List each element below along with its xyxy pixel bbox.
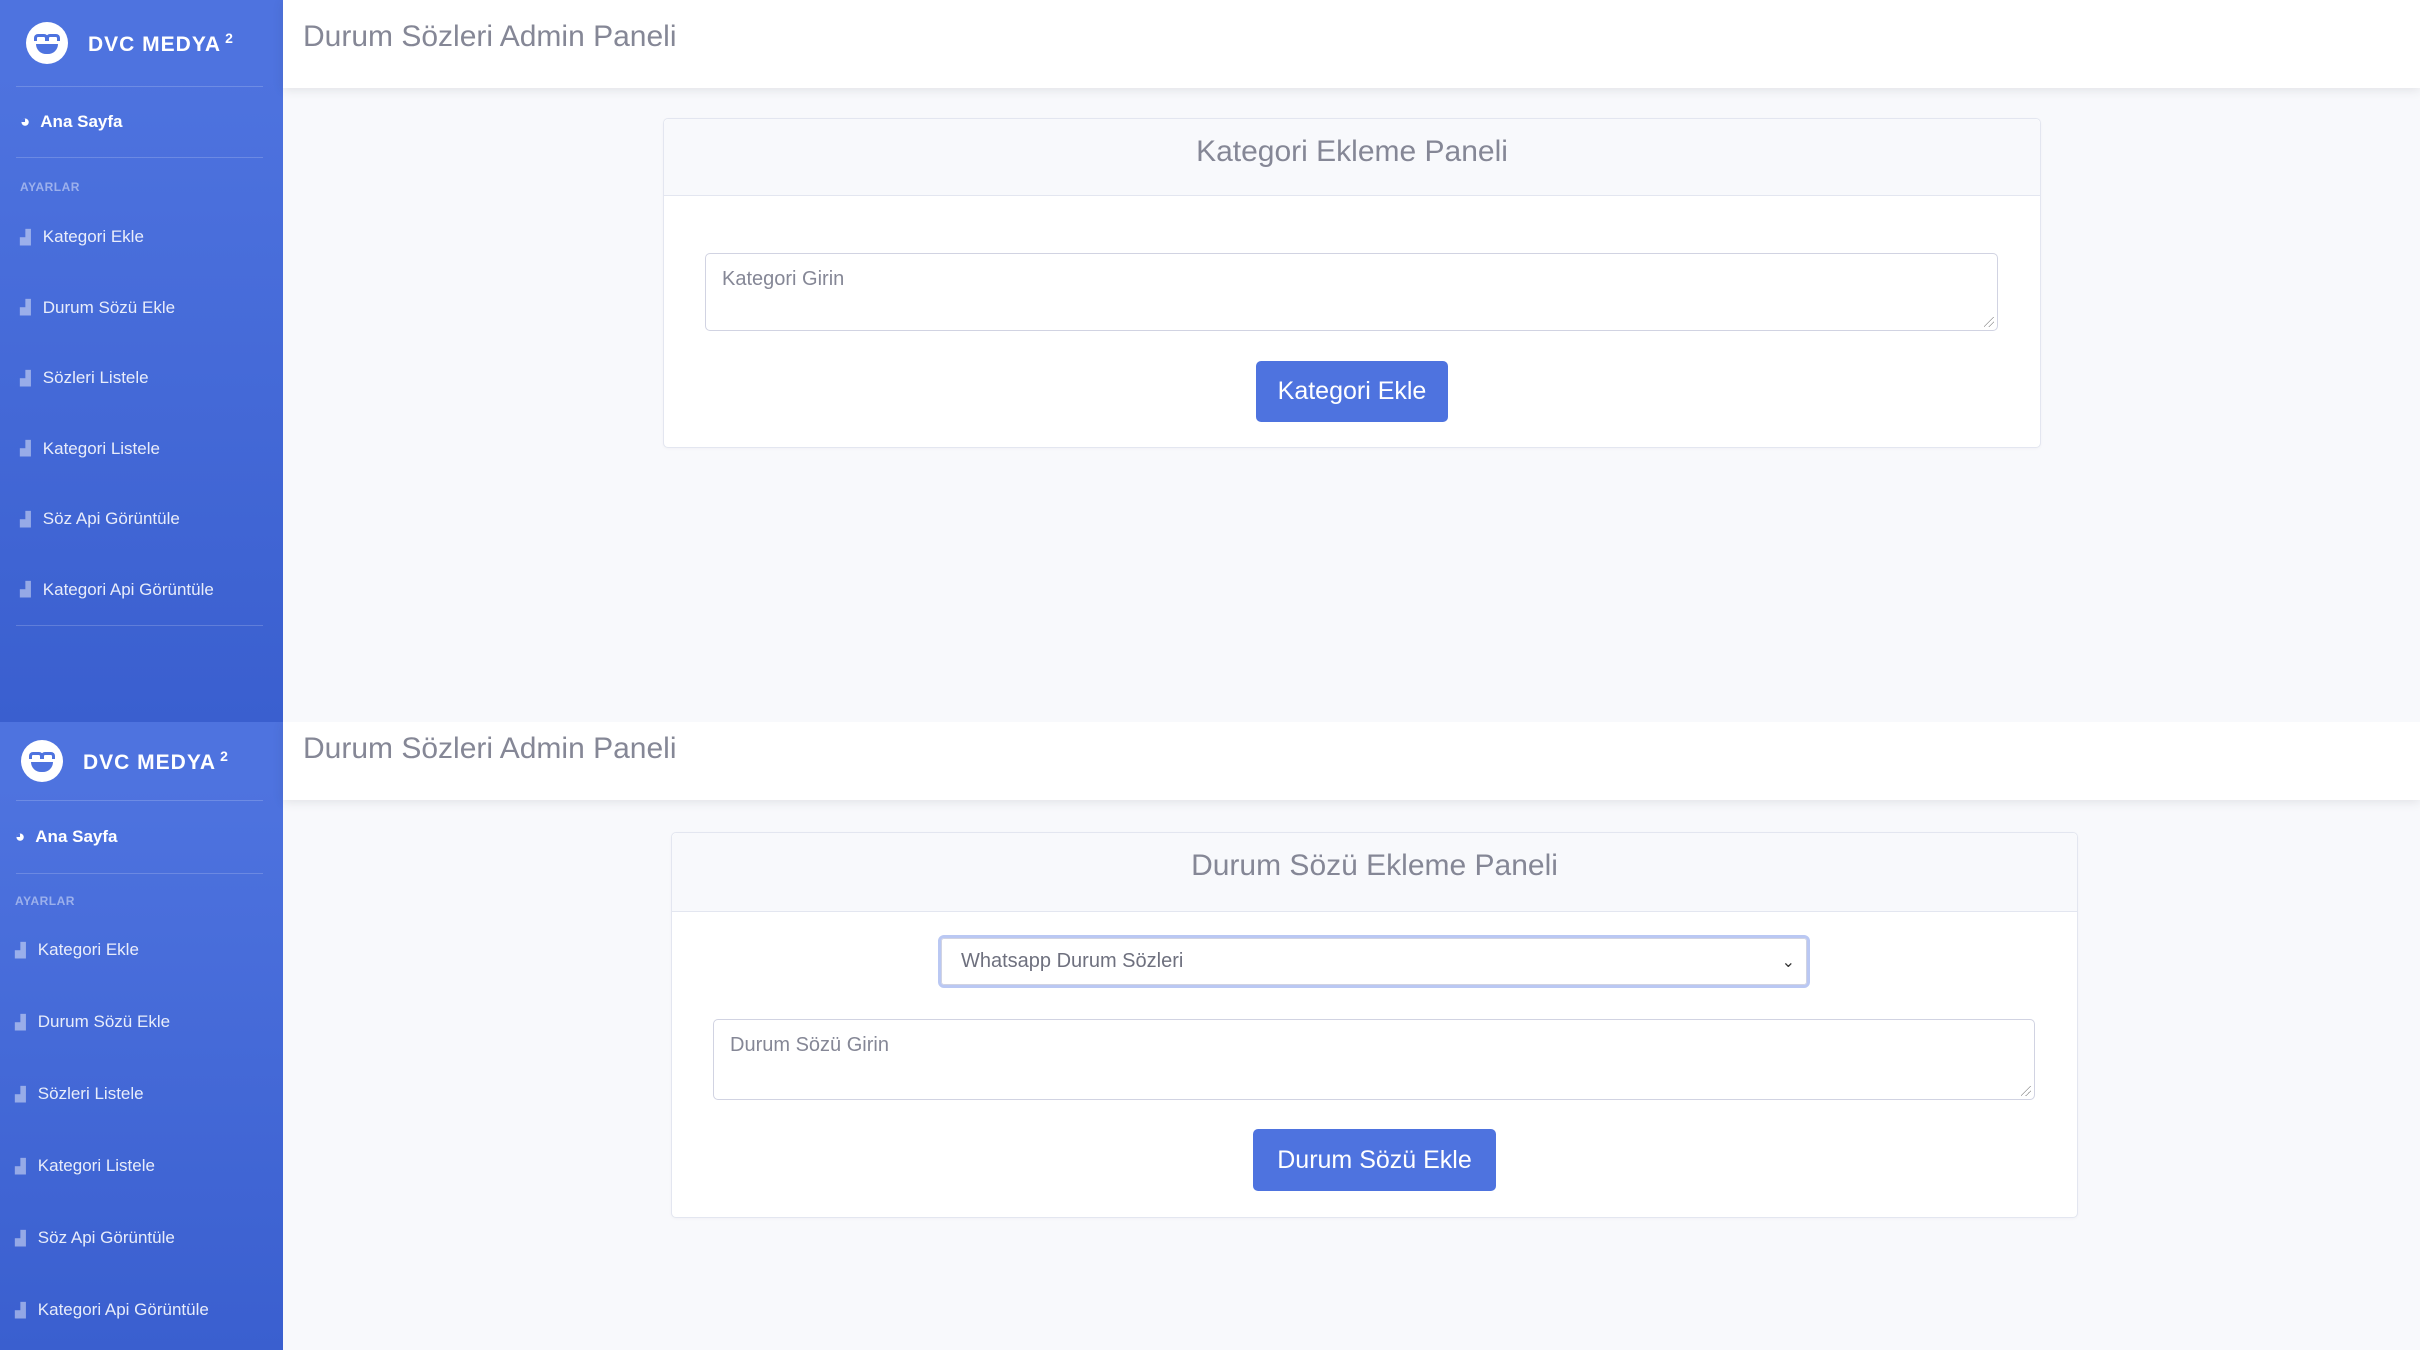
sidebar-item-kategori-listele[interactable]: ▟ Kategori Listele [0,414,283,485]
sidebar-item-label: Durum Sözü Ekle [37,1012,171,1031]
brand-text: DVC MEDYA 2 [83,747,229,774]
sidebar-item-label: Ana Sayfa [40,112,123,131]
chart-area-icon: ▟ [20,510,31,527]
tachometer-icon: ◕ [15,827,26,846]
screen-quote-add: DVC MEDYA 2 ◕ Ana Sayfa AYARLAR ▟ Kategori… [0,722,2420,1350]
sidebar-item-home[interactable]: ◕ Ana Sayfa [0,801,283,873]
chart-area-icon: ▟ [15,1229,26,1246]
topbar: Durum Sözleri Admin Paneli [283,722,2420,800]
sidebar-item-durum-sozu-ekle[interactable]: ▟ Durum Sözü Ekle [0,986,283,1058]
add-category-button[interactable]: Kategori Ekle [1256,361,1448,422]
sidebar: DVC MEDYA 2 ◕ Ana Sayfa AYARLAR ▟ Kategori… [0,722,283,1350]
screen-category-add: DVC MEDYA 2 ◕ Ana Sayfa AYARLAR ▟ Kategori… [0,0,2420,722]
chart-area-icon: ▟ [15,1013,26,1030]
add-quote-button[interactable]: Durum Sözü Ekle [1253,1129,1496,1191]
sidebar-item-kategori-api[interactable]: ▟ Kategori Api Görüntüle [0,1274,283,1346]
brand-text: DVC MEDYA 2 [88,29,234,56]
sidebar-item-soz-api[interactable]: ▟ Söz Api Görüntüle [0,484,283,555]
brand[interactable]: DVC MEDYA 2 [0,0,283,86]
sidebar-item-soz-api[interactable]: ▟ Söz Api Görüntüle [0,1202,283,1274]
chart-area-icon: ▟ [20,581,31,598]
sidebar-item-label: Kategori Api Görüntüle [42,579,214,599]
grin-icon [26,22,68,64]
card-title: Kategori Ekleme Paneli [664,119,2040,196]
sidebar-item-label: Sözleri Listele [42,368,149,388]
resize-grip-icon[interactable] [2021,1086,2031,1096]
sidebar-item-label: Sözleri Listele [37,1084,144,1103]
sidebar-item-kategori-ekle[interactable]: ▟ Kategori Ekle [0,914,283,986]
sidebar-item-label: Kategori Listele [42,438,160,458]
quote-input[interactable]: Durum Sözü Girin [713,1019,2035,1100]
sidebar-item-sozleri-listele[interactable]: ▟ Sözleri Listele [0,343,283,414]
resize-grip-icon[interactable] [1984,317,1994,327]
sidebar-item-label: Kategori Ekle [37,940,139,959]
sidebar-item-kategori-listele[interactable]: ▟ Kategori Listele [0,1130,283,1202]
category-placeholder: Kategori Girin [722,268,845,290]
quote-card: Durum Sözü Ekleme Paneli Whatsapp Durum … [671,832,2078,1218]
chart-area-icon: ▟ [20,228,31,245]
chart-area-icon: ▟ [20,369,31,386]
sidebar: DVC MEDYA 2 ◕ Ana Sayfa AYARLAR ▟ Kategori… [0,0,283,722]
page-title: Durum Sözleri Admin Paneli [303,732,677,765]
sidebar-item-label: Söz Api Görüntüle [37,1228,175,1247]
category-input[interactable]: Kategori Girin [705,253,1998,331]
sidebar-item-label: Kategori Listele [37,1156,155,1175]
sidebar-item-label: Kategori Ekle [42,227,144,247]
brand[interactable]: DVC MEDYA 2 [0,722,283,800]
sidebar-item-sozleri-listele[interactable]: ▟ Sözleri Listele [0,1058,283,1130]
tachometer-icon: ◕ [20,112,31,131]
category-select[interactable]: Whatsapp Durum Sözleri ⌄ [938,935,1810,988]
card-title: Durum Sözü Ekleme Paneli [672,833,2077,912]
sidebar-item-label: Ana Sayfa [35,827,118,846]
sidebar-item-durum-sozu-ekle[interactable]: ▟ Durum Sözü Ekle [0,273,283,344]
chart-area-icon: ▟ [15,1301,26,1318]
category-select-value: Whatsapp Durum Sözleri [961,950,1184,972]
sidebar-divider [16,625,263,626]
chart-area-icon: ▟ [15,1157,26,1174]
page-title: Durum Sözleri Admin Paneli [303,20,677,53]
sidebar-item-home[interactable]: ◕ Ana Sayfa [0,87,283,157]
sidebar-item-label: Söz Api Görüntüle [42,509,180,529]
grin-icon [21,740,63,782]
chart-area-icon: ▟ [15,1085,26,1102]
sidebar-item-label: Kategori Api Görüntüle [37,1300,209,1319]
chevron-down-icon: ⌄ [1781,953,1795,971]
sidebar-heading: AYARLAR [20,180,80,194]
sidebar-heading: AYARLAR [15,894,75,908]
chart-area-icon: ▟ [20,440,31,457]
sidebar-item-kategori-ekle[interactable]: ▟ Kategori Ekle [0,202,283,273]
chart-area-icon: ▟ [20,299,31,316]
category-card: Kategori Ekleme Paneli Kategori Girin Ka… [663,118,2041,448]
topbar: Durum Sözleri Admin Paneli [283,0,2420,88]
chart-area-icon: ▟ [15,941,26,958]
sidebar-item-kategori-api[interactable]: ▟ Kategori Api Görüntüle [0,555,283,626]
quote-placeholder: Durum Sözü Girin [730,1034,889,1056]
sidebar-item-label: Durum Sözü Ekle [42,297,176,317]
